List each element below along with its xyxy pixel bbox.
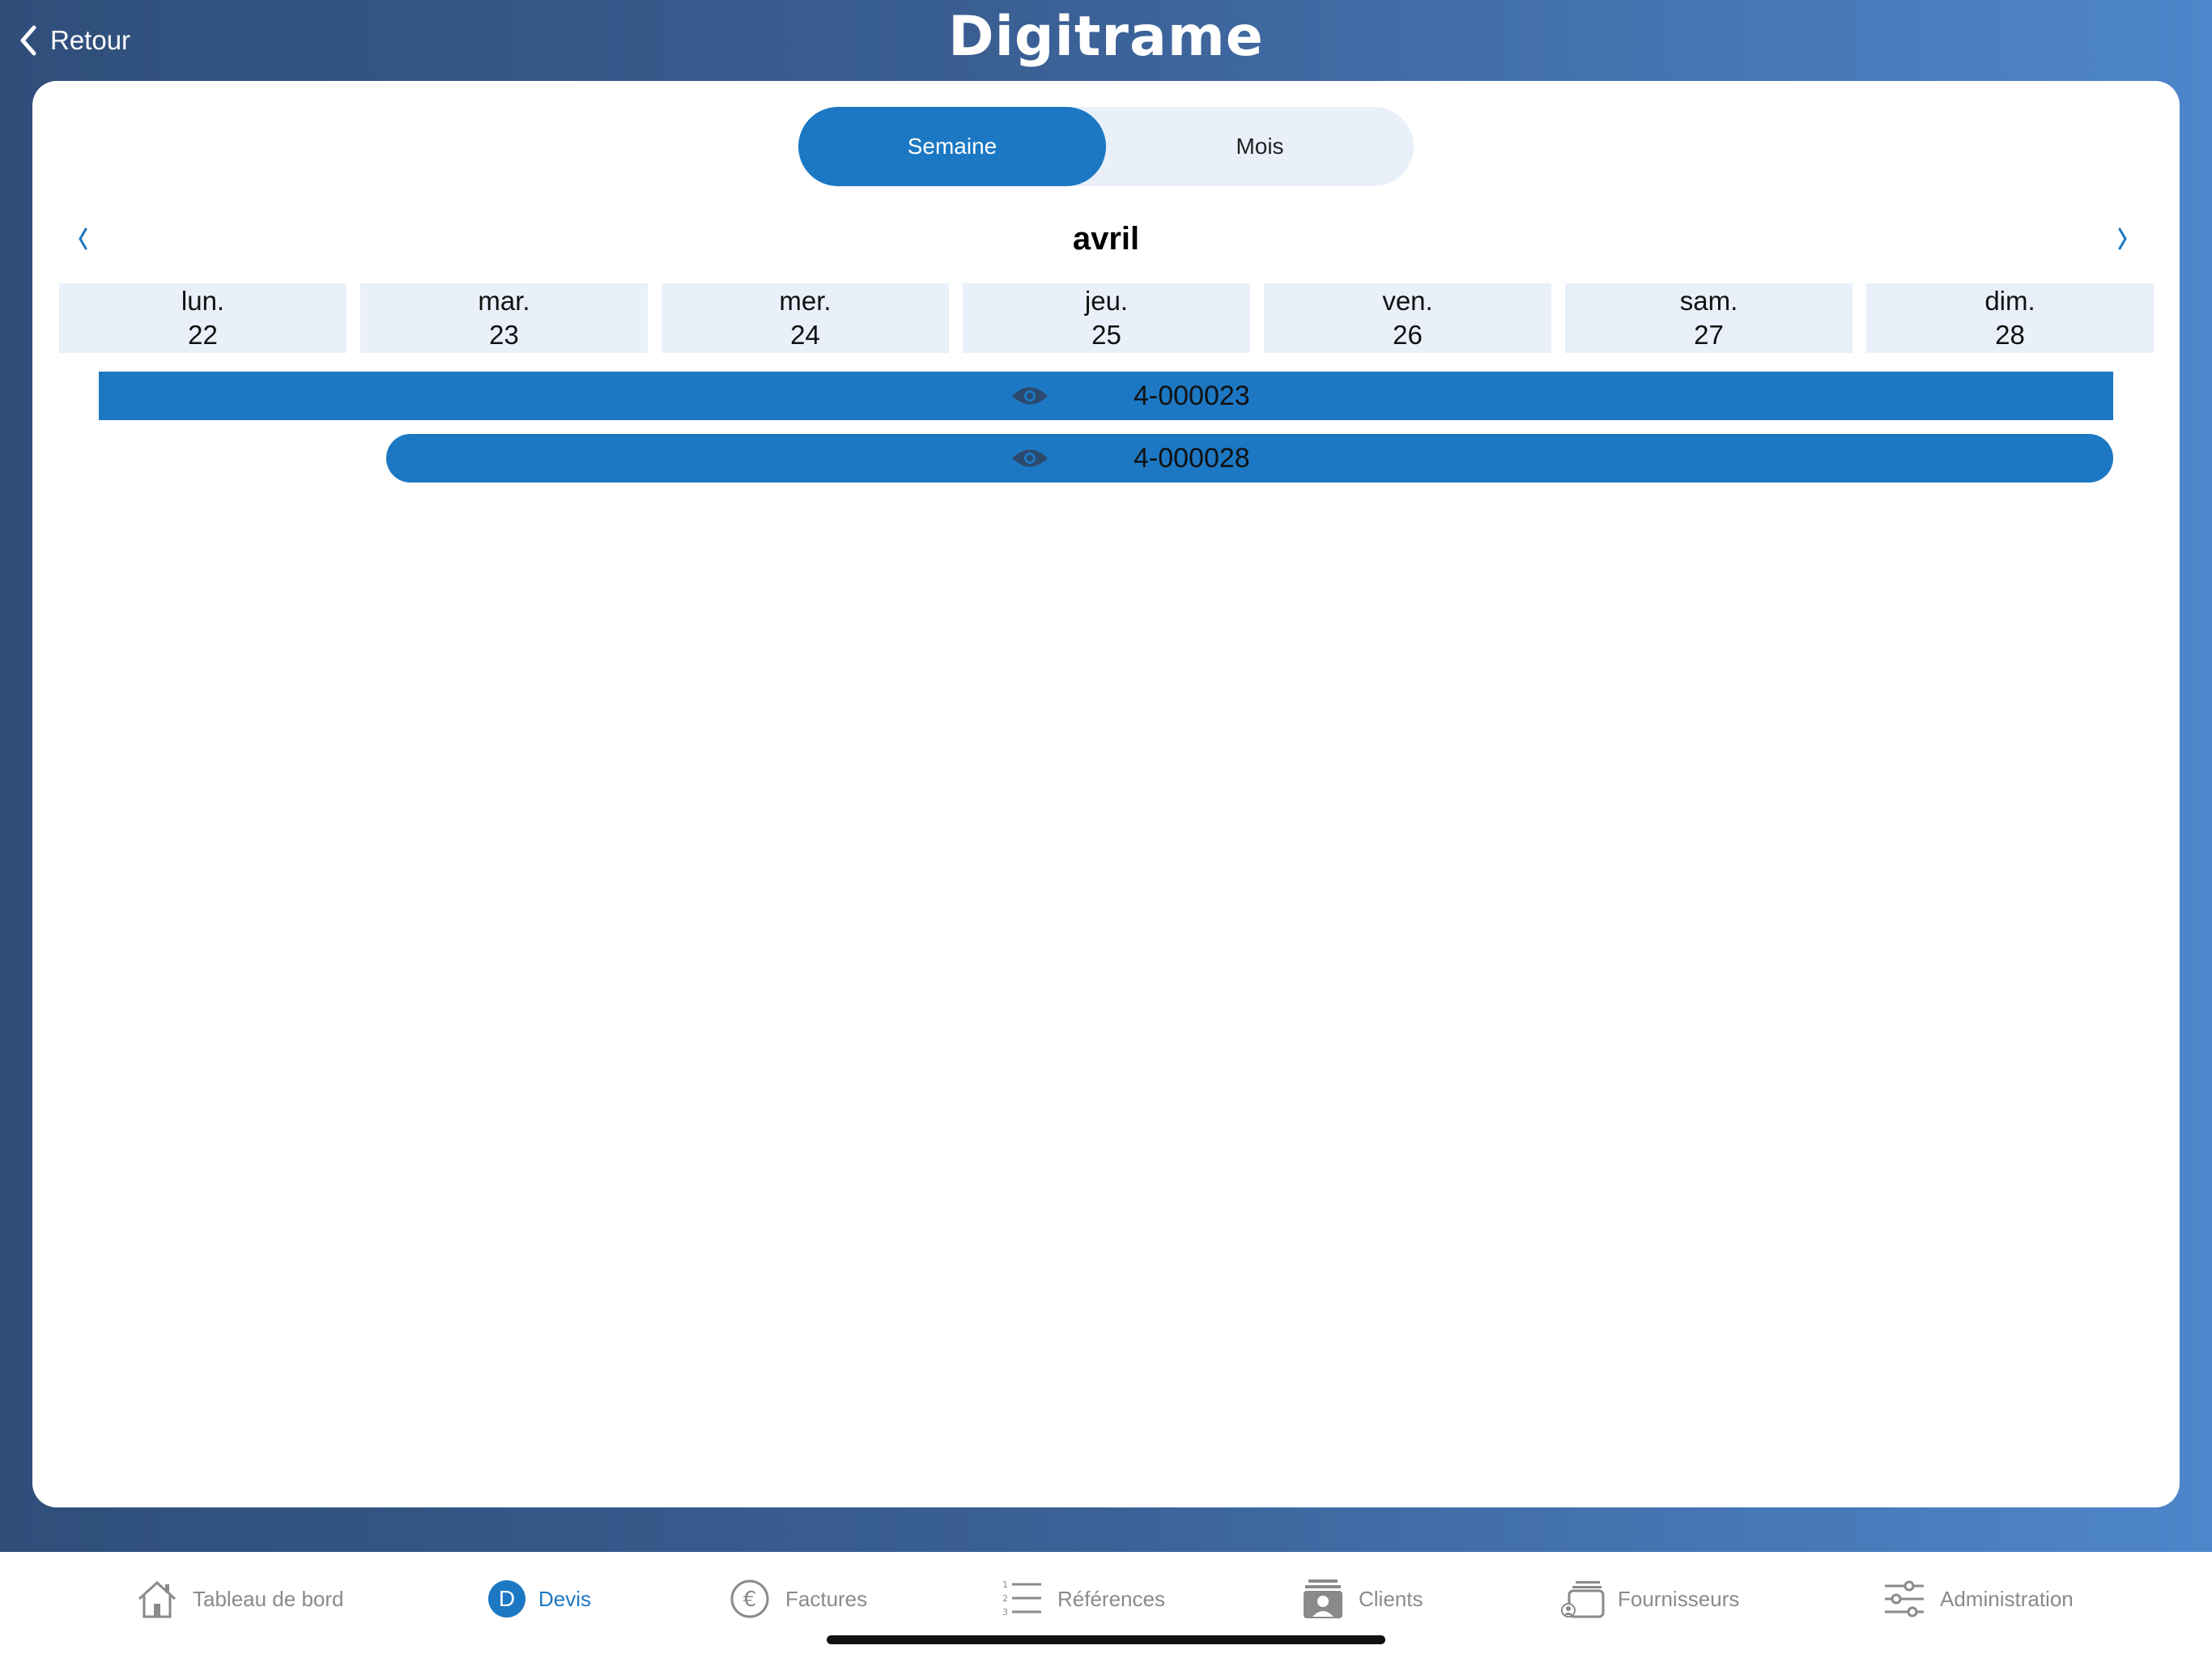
toggle-month-button[interactable]: Mois <box>1106 107 1414 186</box>
contact-card-icon <box>1304 1579 1342 1618</box>
event-label: 4-000023 <box>1134 380 1250 411</box>
day-number: 27 <box>1694 320 1724 350</box>
tab-factures[interactable]: € Factures <box>727 1575 867 1623</box>
day-header-dim[interactable]: dim. 28 <box>1866 283 2154 353</box>
day-number: 24 <box>790 320 820 350</box>
day-name: ven. <box>1382 286 1433 316</box>
tab-label: Clients <box>1359 1586 1423 1611</box>
day-number: 28 <box>1995 320 2025 350</box>
day-number: 26 <box>1393 320 1423 350</box>
day-number: 25 <box>1091 320 1121 350</box>
month-title: avril <box>1072 221 1140 257</box>
day-name: dim. <box>1984 286 2035 316</box>
chevron-right-icon <box>2118 227 2127 250</box>
tab-devis[interactable]: D Devis <box>488 1575 591 1623</box>
day-name: sam. <box>1679 286 1738 316</box>
day-number: 23 <box>489 320 519 350</box>
svg-text:3: 3 <box>1002 1607 1008 1618</box>
day-header-mer[interactable]: mer. 24 <box>661 283 949 353</box>
toggle-week-button[interactable]: Semaine <box>798 107 1106 186</box>
tab-fournisseurs[interactable]: Fournisseurs <box>1559 1575 1739 1623</box>
home-icon <box>138 1580 177 1618</box>
tab-label: Factures <box>785 1586 868 1611</box>
view-toggle: Semaine Mois <box>798 107 1414 186</box>
devis-icon: D <box>488 1580 525 1618</box>
week-days-header: lun. 22 mar. 23 mer. 24 jeu. 25 ven. 26 … <box>59 283 2154 353</box>
day-header-mar[interactable]: mar. 23 <box>360 283 648 353</box>
home-indicator[interactable] <box>827 1635 1385 1644</box>
day-name: mer. <box>779 286 832 316</box>
tab-label: Administration <box>1940 1586 2074 1611</box>
sliders-icon <box>1885 1580 1924 1618</box>
eye-icon[interactable] <box>1010 384 1049 408</box>
event-bar[interactable]: 4-000028 <box>386 434 2113 483</box>
supplier-icon <box>1561 1581 1605 1618</box>
day-header-sam[interactable]: sam. 27 <box>1565 283 1853 353</box>
euro-icon: € <box>730 1579 769 1618</box>
tab-label: Références <box>1057 1586 1165 1611</box>
tab-administration[interactable]: Administration <box>1882 1575 2074 1623</box>
app-logo: Digitrame <box>948 5 1264 69</box>
calendar-card: Semaine Mois avril lun. 22 mar. 23 mer. … <box>32 81 2180 1507</box>
day-header-lun[interactable]: lun. 22 <box>59 283 347 353</box>
tab-label: Tableau de bord <box>193 1586 344 1611</box>
tab-references[interactable]: 1 2 3 Références <box>999 1575 1165 1623</box>
numbered-list-icon: 1 2 3 <box>1002 1579 1041 1618</box>
day-name: mar. <box>478 286 530 316</box>
tab-label: Devis <box>538 1586 592 1611</box>
tab-clients[interactable]: Clients <box>1300 1575 1423 1623</box>
day-name: lun. <box>181 286 225 316</box>
svg-text:€: € <box>743 1588 757 1612</box>
month-navigation: avril <box>32 210 2180 267</box>
day-header-ven[interactable]: ven. 26 <box>1264 283 1551 353</box>
svg-text:1: 1 <box>1002 1579 1008 1590</box>
day-header-jeu[interactable]: jeu. 25 <box>963 283 1250 353</box>
day-number: 22 <box>188 320 218 350</box>
event-label: 4-000028 <box>1134 442 1250 474</box>
next-week-button[interactable] <box>2099 210 2147 267</box>
tab-tableau-de-bord[interactable]: Tableau de bord <box>134 1575 343 1623</box>
day-name: jeu. <box>1084 286 1129 316</box>
event-bar[interactable]: 4-000023 <box>99 372 2113 420</box>
tab-label: Fournisseurs <box>1618 1586 1740 1611</box>
svg-text:2: 2 <box>1002 1593 1008 1604</box>
eye-icon[interactable] <box>1010 446 1049 470</box>
